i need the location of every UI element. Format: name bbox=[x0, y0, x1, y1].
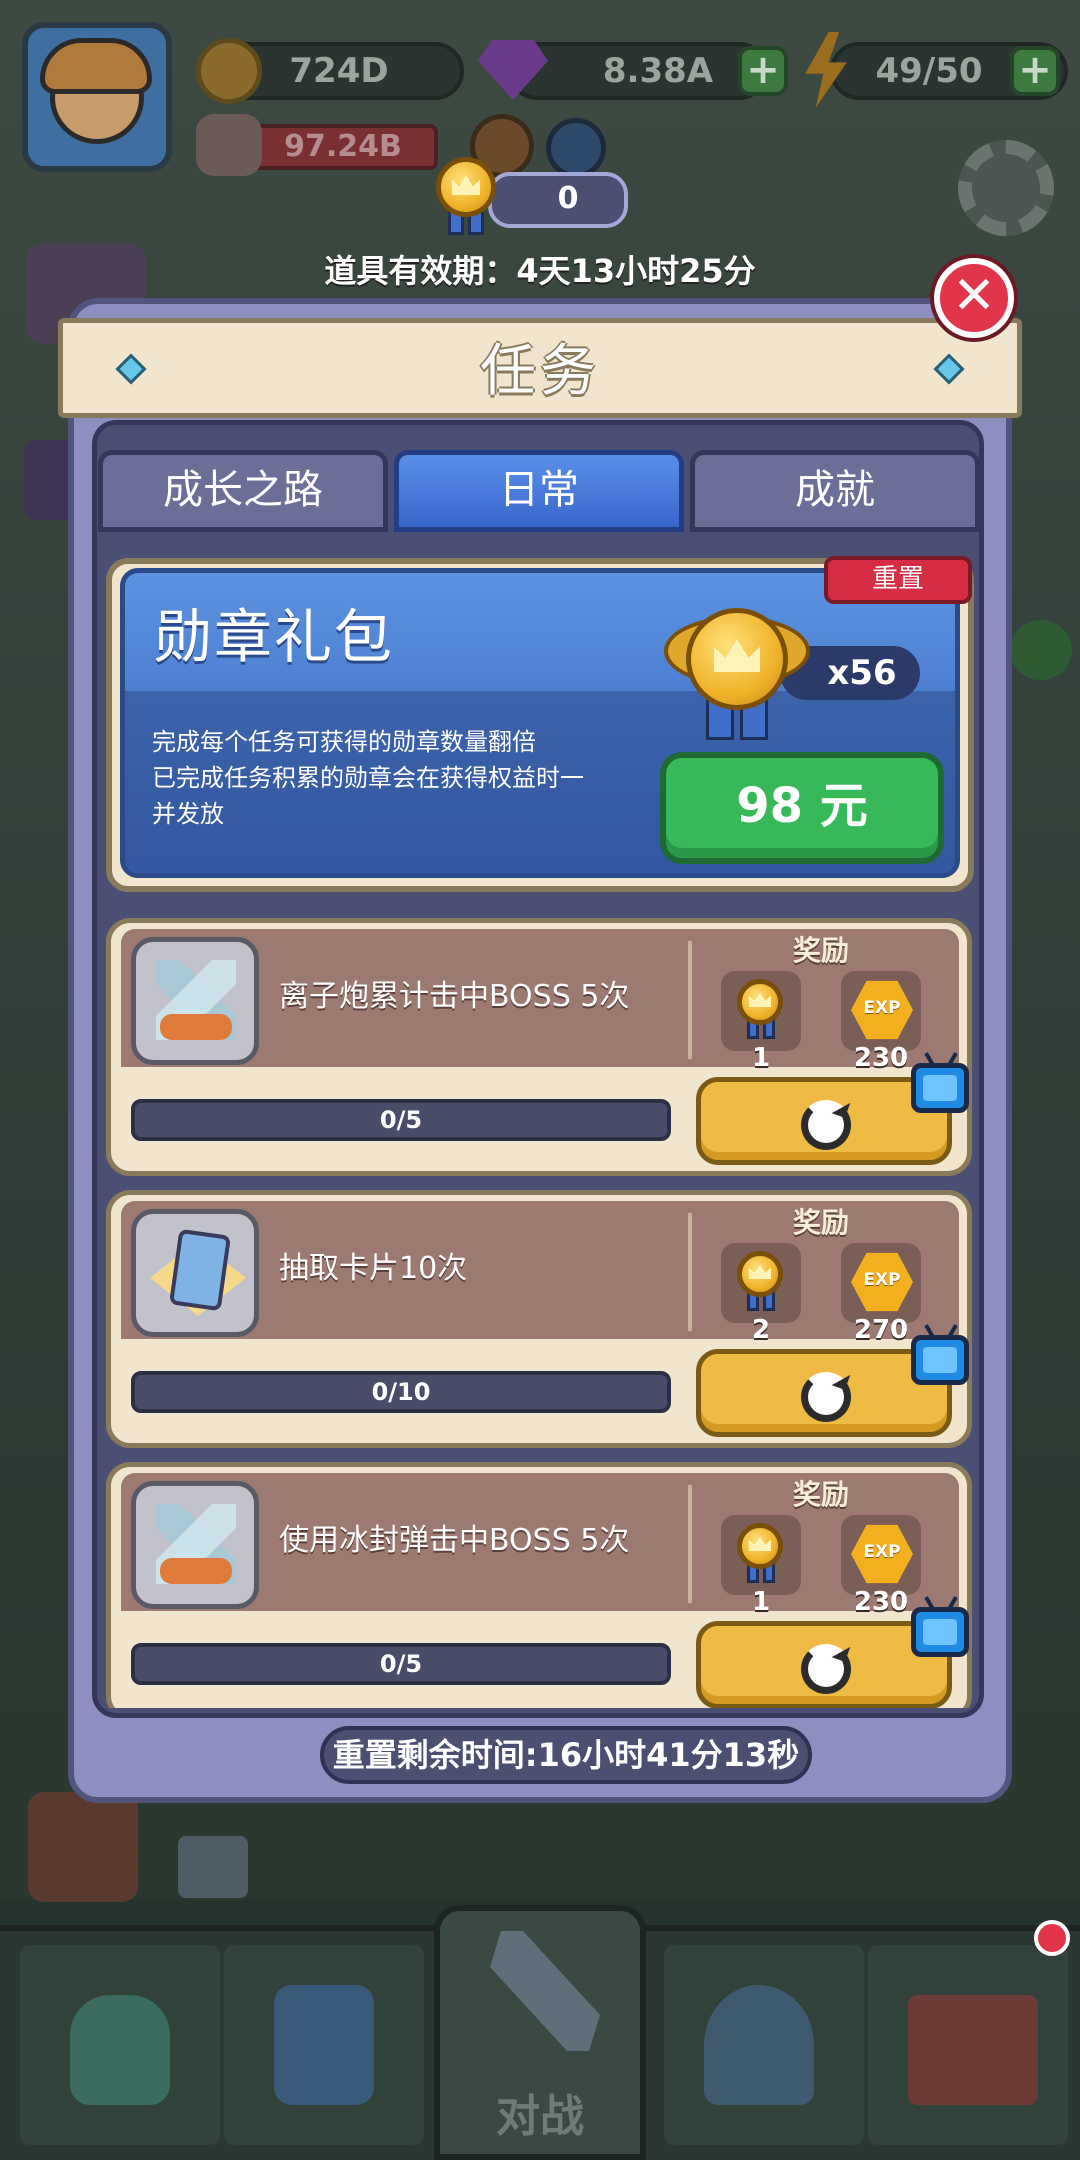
reward-title: 奖励 bbox=[792, 1206, 849, 1239]
gem-amount: 8.38A bbox=[602, 51, 714, 91]
exp-icon-label: EXP bbox=[863, 1542, 901, 1562]
tab-achievements[interactable]: 成就 bbox=[690, 450, 980, 532]
medal-reward-amount: 1 bbox=[751, 1587, 771, 1617]
task-card: 离子炮累计击中BOSS 5次 奖励 1 EXP 230 0/5 bbox=[106, 918, 972, 1176]
power-amount: 97.24B bbox=[284, 129, 402, 164]
speed-buff-icon[interactable] bbox=[546, 118, 606, 178]
task-progress-bar: 0/10 bbox=[131, 1371, 671, 1413]
medal-icon bbox=[430, 155, 502, 235]
nav-lab-tab[interactable] bbox=[20, 1945, 220, 2145]
dialog-title: 任务 bbox=[480, 339, 600, 404]
medal-pack-title: 勋章礼包 bbox=[154, 603, 395, 671]
nav-hero-tab[interactable] bbox=[224, 1945, 424, 2145]
divider bbox=[688, 1485, 692, 1603]
progress-text: 0/10 bbox=[371, 1378, 431, 1406]
avatar-hair bbox=[40, 38, 152, 94]
price-label: 98 元 bbox=[736, 778, 868, 834]
task-description: 抽取卡片10次 bbox=[279, 1251, 468, 1286]
sword-hilt bbox=[160, 1014, 232, 1040]
medal-icon bbox=[733, 977, 789, 1039]
task-progress-bar: 0/5 bbox=[131, 1099, 671, 1141]
task-description: 使用冰封弹击中BOSS 5次 bbox=[279, 1523, 630, 1558]
shield-hero-icon bbox=[274, 1985, 374, 2105]
card-front bbox=[168, 1228, 232, 1312]
ad-tv-icon[interactable] bbox=[911, 1596, 969, 1657]
ad-tv-icon[interactable] bbox=[911, 1052, 969, 1113]
medal-icon bbox=[733, 1249, 789, 1311]
add-gems-button[interactable]: + bbox=[738, 46, 788, 96]
coin-icon bbox=[196, 38, 262, 104]
progress-text: 0/5 bbox=[379, 1650, 423, 1678]
tab-label: 日常 bbox=[499, 467, 579, 513]
task-description: 离子炮累计击中BOSS 5次 bbox=[279, 979, 630, 1014]
divider bbox=[688, 941, 692, 1059]
add-energy-button[interactable]: + bbox=[1010, 46, 1060, 96]
reset-tag-label: 重置 bbox=[871, 564, 924, 594]
quest-clipboard-icon[interactable] bbox=[28, 1792, 138, 1902]
progress-text: 0/5 bbox=[379, 1106, 423, 1134]
medal-reward-amount: 1 bbox=[751, 1043, 771, 1073]
flask-icon bbox=[70, 1995, 170, 2105]
medal-reward-amount: 2 bbox=[751, 1315, 771, 1345]
tab-growth-path[interactable]: 成长之路 bbox=[98, 450, 388, 532]
exp-reward-slot: EXP bbox=[841, 971, 921, 1051]
big-medal-icon bbox=[664, 604, 810, 740]
crossed-swords-icon bbox=[131, 937, 259, 1065]
medal-counter-value: 0 bbox=[557, 181, 579, 216]
medal-pack-description: 完成每个任务可获得的勋章数量翻倍 已完成任务积累的勋章会在获得权益时一 并发放 bbox=[152, 724, 612, 832]
exp-icon-label: EXP bbox=[863, 1270, 901, 1290]
player-avatar[interactable] bbox=[22, 22, 172, 172]
fist-icon bbox=[196, 114, 262, 176]
exp-reward-slot: EXP bbox=[841, 1515, 921, 1595]
close-button[interactable]: ✕ bbox=[934, 258, 1014, 338]
buy-medal-pack-button[interactable]: 98 元 bbox=[660, 752, 944, 864]
nav-cards-tab[interactable] bbox=[664, 1945, 864, 2145]
exp-reward-slot: EXP bbox=[841, 1243, 921, 1323]
notification-dot bbox=[1034, 1920, 1070, 1956]
gem-counter: 8.38A bbox=[508, 42, 768, 100]
crossed-swords-icon bbox=[131, 1481, 259, 1609]
side-play-icon[interactable] bbox=[1010, 620, 1072, 680]
divider bbox=[688, 1213, 692, 1331]
desc-line: 完成每个任务可获得的勋章数量翻倍 bbox=[152, 728, 536, 756]
nav-shop-tab[interactable] bbox=[868, 1945, 1068, 2145]
tv-screen bbox=[923, 1075, 957, 1101]
megaphone-icon[interactable] bbox=[178, 1836, 248, 1898]
desc-line: 已完成任务积累的勋章会在获得权益时一 bbox=[152, 764, 584, 792]
task-card: 使用冰封弹击中BOSS 5次 奖励 1 EXP 230 0/5 bbox=[106, 1462, 972, 1708]
shop-icon bbox=[908, 1995, 1038, 2105]
reward-title: 奖励 bbox=[792, 934, 849, 967]
tab-label: 成就 bbox=[795, 467, 875, 513]
exp-reward-amount: 230 bbox=[853, 1043, 909, 1073]
tv-screen bbox=[923, 1347, 957, 1373]
reset-countdown: 重置剩余时间:16小时41分13秒 bbox=[320, 1726, 812, 1784]
sword-hilt bbox=[160, 1558, 232, 1584]
reset-tag: 重置 bbox=[824, 556, 972, 604]
medal-reward-slot bbox=[721, 971, 801, 1051]
task-card: 抽取卡片10次 奖励 2 EXP 270 0/10 bbox=[106, 1190, 972, 1448]
tab-daily[interactable]: 日常 bbox=[394, 450, 684, 532]
helmet-cards-icon bbox=[704, 1985, 814, 2105]
settings-gear-icon[interactable] bbox=[958, 140, 1054, 236]
cards-icon bbox=[131, 1209, 259, 1337]
medal-counter: 0 bbox=[488, 172, 628, 228]
ad-tv-icon[interactable] bbox=[911, 1324, 969, 1385]
item-validity-text: 道具有效期：4天13小时25分 bbox=[324, 252, 756, 290]
medal-reward-slot bbox=[721, 1515, 801, 1595]
exp-icon-label: EXP bbox=[863, 998, 901, 1018]
nav-battle-label: 对战 bbox=[496, 2091, 584, 2142]
power-counter: 97.24B bbox=[248, 124, 438, 170]
task-list[interactable]: 离子炮累计击中BOSS 5次 奖励 1 EXP 230 0/5 抽取卡片10次 … bbox=[100, 918, 980, 1708]
tab-label: 成长之路 bbox=[163, 467, 323, 513]
medal-icon bbox=[733, 1521, 789, 1583]
crossed-swords-nav-icon bbox=[490, 1931, 600, 2051]
reward-title: 奖励 bbox=[792, 1478, 849, 1511]
desc-line: 并发放 bbox=[152, 800, 224, 828]
exp-reward-amount: 230 bbox=[853, 1587, 909, 1617]
exp-reward-amount: 270 bbox=[853, 1315, 909, 1345]
medal-reward-slot bbox=[721, 1243, 801, 1323]
tv-screen bbox=[923, 1619, 957, 1645]
task-progress-bar: 0/5 bbox=[131, 1643, 671, 1685]
